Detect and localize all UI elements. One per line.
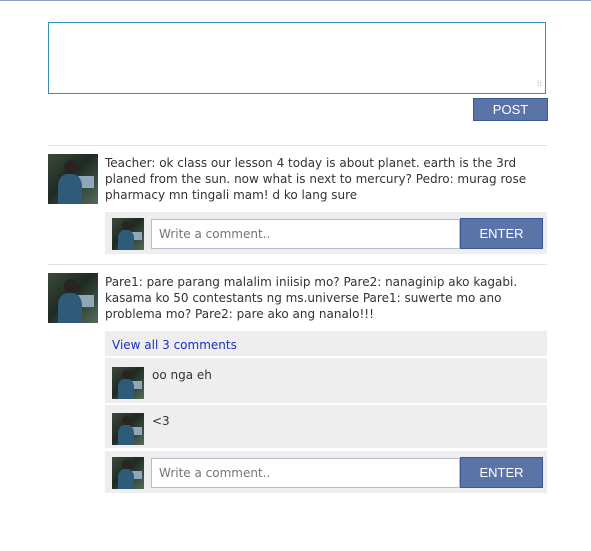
enter-button[interactable]: ENTER bbox=[460, 457, 543, 488]
comment-text: oo nga eh bbox=[152, 368, 212, 382]
post-button[interactable]: POST bbox=[473, 98, 548, 121]
post-avatar[interactable] bbox=[48, 273, 98, 323]
view-all-comments-link[interactable]: View all 3 comments bbox=[112, 338, 237, 352]
post-text: Teacher: ok class our lesson 4 today is … bbox=[105, 156, 527, 202]
comment-avatar[interactable] bbox=[112, 413, 144, 445]
enter-button[interactable]: ENTER bbox=[460, 218, 543, 249]
post-divider bbox=[48, 145, 547, 146]
comment-input[interactable] bbox=[151, 219, 460, 249]
resize-grip-icon[interactable]: ⁞⁞ bbox=[530, 78, 542, 90]
status-composer[interactable] bbox=[48, 22, 546, 94]
comment-text: <3 bbox=[152, 414, 170, 428]
top-border bbox=[0, 0, 591, 1]
comment-avatar bbox=[112, 457, 144, 489]
comment-input[interactable] bbox=[151, 458, 460, 488]
comment-item bbox=[105, 405, 547, 448]
post-divider bbox=[48, 264, 547, 265]
comment-avatar bbox=[112, 218, 144, 250]
post-text: Pare1: pare parang malalim iniisip mo? P… bbox=[105, 275, 518, 321]
post-avatar[interactable] bbox=[48, 154, 98, 204]
comment-avatar[interactable] bbox=[112, 367, 144, 399]
